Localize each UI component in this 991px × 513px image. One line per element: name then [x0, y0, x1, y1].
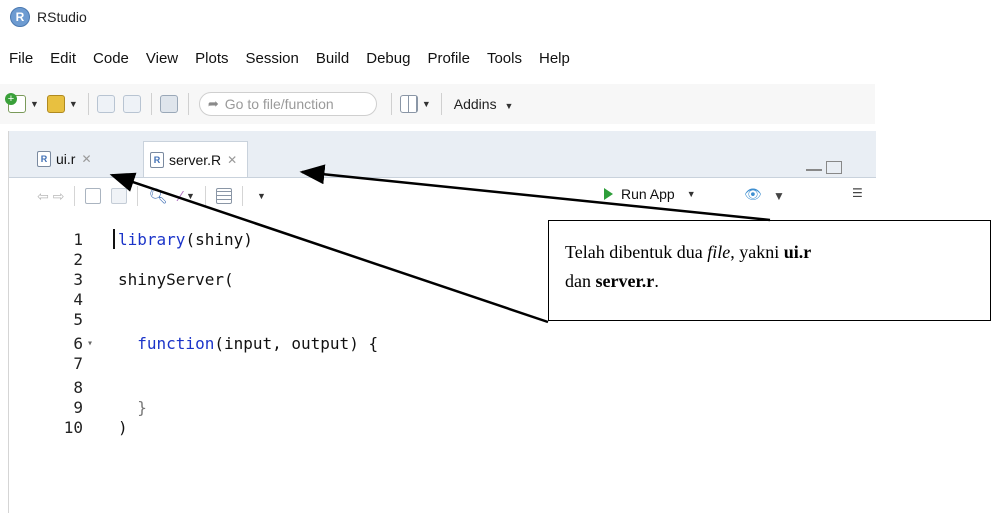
arrow-to-server-r-tab [299, 164, 771, 222]
arrow-to-ui-r-tab [109, 172, 549, 324]
annotation-arrows [109, 164, 771, 324]
